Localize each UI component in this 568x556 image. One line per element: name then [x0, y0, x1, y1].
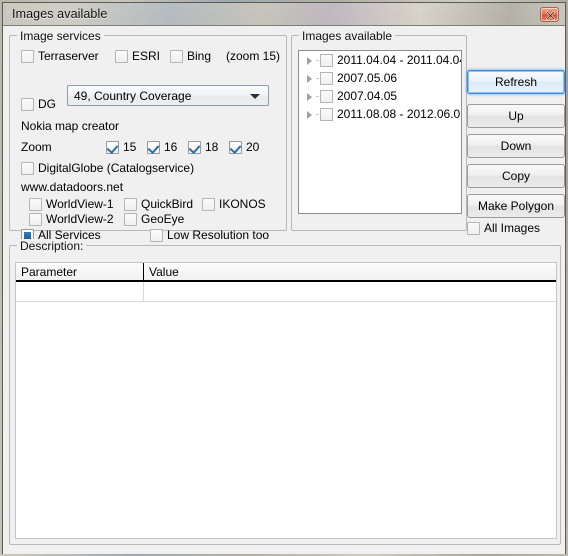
- checkbox-low-resolution[interactable]: [150, 229, 163, 242]
- checkbox-geoeye[interactable]: [124, 213, 137, 226]
- tree-item[interactable]: 2007.05.06: [299, 69, 461, 87]
- table-row[interactable]: [16, 282, 556, 302]
- label-zoom-16: 16: [164, 140, 178, 154]
- tree-item[interactable]: 2011.04.04 - 2011.04.04: [299, 51, 461, 69]
- image-services-group: Image services Terraserver ESRI Bing (zo…: [9, 29, 287, 242]
- checkbox-zoom-15[interactable]: [106, 141, 119, 154]
- label-low-resolution: Low Resolution too: [167, 228, 270, 242]
- refresh-button[interactable]: Refresh: [467, 70, 565, 94]
- expand-triangle-icon[interactable]: [303, 72, 316, 85]
- checkbox-esri[interactable]: [115, 50, 128, 63]
- chevron-down-icon: [250, 94, 260, 99]
- label-worldview-2: WorldView-2: [46, 212, 114, 226]
- checkbox-bing[interactable]: [170, 50, 183, 63]
- label-esri: ESRI: [132, 49, 161, 63]
- tree-item-checkbox[interactable]: [320, 89, 333, 103]
- label-geoeye: GeoEye: [141, 212, 185, 226]
- zoom-label: Zoom: [21, 140, 52, 154]
- description-legend: Description:: [17, 239, 87, 253]
- checkbox-worldview-2[interactable]: [29, 213, 42, 226]
- make-polygon-button[interactable]: Make Polygon: [467, 194, 565, 218]
- column-header-parameter[interactable]: Parameter: [16, 263, 144, 280]
- label-zoom-15: 15: [123, 140, 137, 154]
- country-coverage-select[interactable]: 49, Country Coverage: [67, 85, 269, 106]
- checkbox-ikonos[interactable]: [202, 198, 215, 211]
- description-group: Description: Parameter Value: [9, 239, 561, 545]
- description-table[interactable]: Parameter Value: [15, 262, 557, 539]
- expand-triangle-icon[interactable]: [303, 108, 316, 121]
- label-digitalglobe: DigitalGlobe (Catalogservice): [38, 161, 195, 175]
- column-header-value[interactable]: Value: [144, 263, 556, 280]
- images-available-legend: Images available: [299, 29, 396, 43]
- tree-item-label: 2011.08.08 - 2012.06.05: [337, 107, 462, 121]
- tree-item[interactable]: 2007.04.05: [299, 87, 461, 105]
- tree-item[interactable]: 2011.08.08 - 2012.06.05: [299, 105, 461, 123]
- dialog-window: Images available Image services Terraser…: [2, 2, 566, 554]
- label-worldview-1: WorldView-1: [46, 197, 114, 211]
- expand-triangle-icon[interactable]: [303, 54, 316, 67]
- tree-connector: [316, 113, 319, 115]
- country-coverage-value: 49, Country Coverage: [74, 89, 192, 103]
- copy-button[interactable]: Copy: [467, 164, 565, 188]
- checkbox-all-images[interactable]: [467, 222, 480, 235]
- images-available-group: Images available 2011.04.04 - 2011.04.04…: [291, 29, 467, 231]
- nokia-map-creator-label: Nokia map creator: [21, 119, 120, 133]
- label-all-images: All Images: [484, 221, 541, 235]
- cell-value: [144, 282, 556, 301]
- images-tree[interactable]: 2011.04.04 - 2011.04.04 2007.05.06 2007.…: [298, 50, 462, 214]
- close-button[interactable]: [540, 7, 559, 22]
- label-quickbird: QuickBird: [141, 197, 194, 211]
- table-header-row: Parameter Value: [16, 263, 556, 282]
- checkbox-quickbird[interactable]: [124, 198, 137, 211]
- up-button[interactable]: Up: [467, 104, 565, 128]
- image-services-legend: Image services: [17, 29, 104, 43]
- tree-connector: [316, 77, 319, 79]
- label-bing: Bing: [187, 49, 212, 63]
- label-ikonos: IKONOS: [219, 197, 266, 211]
- label-zoom-20: 20: [246, 140, 260, 154]
- expand-triangle-icon[interactable]: [303, 90, 316, 103]
- window-title: Images available: [12, 7, 108, 21]
- label-zoom-18: 18: [205, 140, 219, 154]
- tree-item-label: 2011.04.04 - 2011.04.04: [337, 53, 462, 67]
- checkbox-digitalglobe[interactable]: [21, 162, 34, 175]
- tree-connector: [316, 95, 319, 97]
- checkbox-terraserver[interactable]: [21, 50, 34, 63]
- tree-connector: [316, 59, 319, 61]
- datadoors-label: www.datadoors.net: [21, 180, 124, 194]
- title-bar: Images available: [3, 3, 565, 26]
- checkbox-zoom-16[interactable]: [147, 141, 160, 154]
- tree-item-checkbox[interactable]: [320, 53, 333, 67]
- tree-item-label: 2007.04.05: [337, 89, 398, 103]
- label-dg: DG: [38, 97, 56, 111]
- down-button[interactable]: Down: [467, 134, 565, 158]
- dialog-client-area: Image services Terraserver ESRI Bing (zo…: [3, 26, 565, 554]
- checkbox-zoom-20[interactable]: [229, 141, 242, 154]
- tree-item-checkbox[interactable]: [320, 71, 333, 85]
- tree-item-checkbox[interactable]: [320, 107, 333, 121]
- label-terraserver: Terraserver: [38, 49, 99, 63]
- cell-parameter: [16, 282, 144, 301]
- zoom-note: (zoom 15): [226, 49, 281, 63]
- checkbox-zoom-18[interactable]: [188, 141, 201, 154]
- close-icon: [545, 10, 556, 21]
- checkbox-dg[interactable]: [21, 98, 34, 111]
- checkbox-worldview-1[interactable]: [29, 198, 42, 211]
- tree-item-label: 2007.05.06: [337, 71, 398, 85]
